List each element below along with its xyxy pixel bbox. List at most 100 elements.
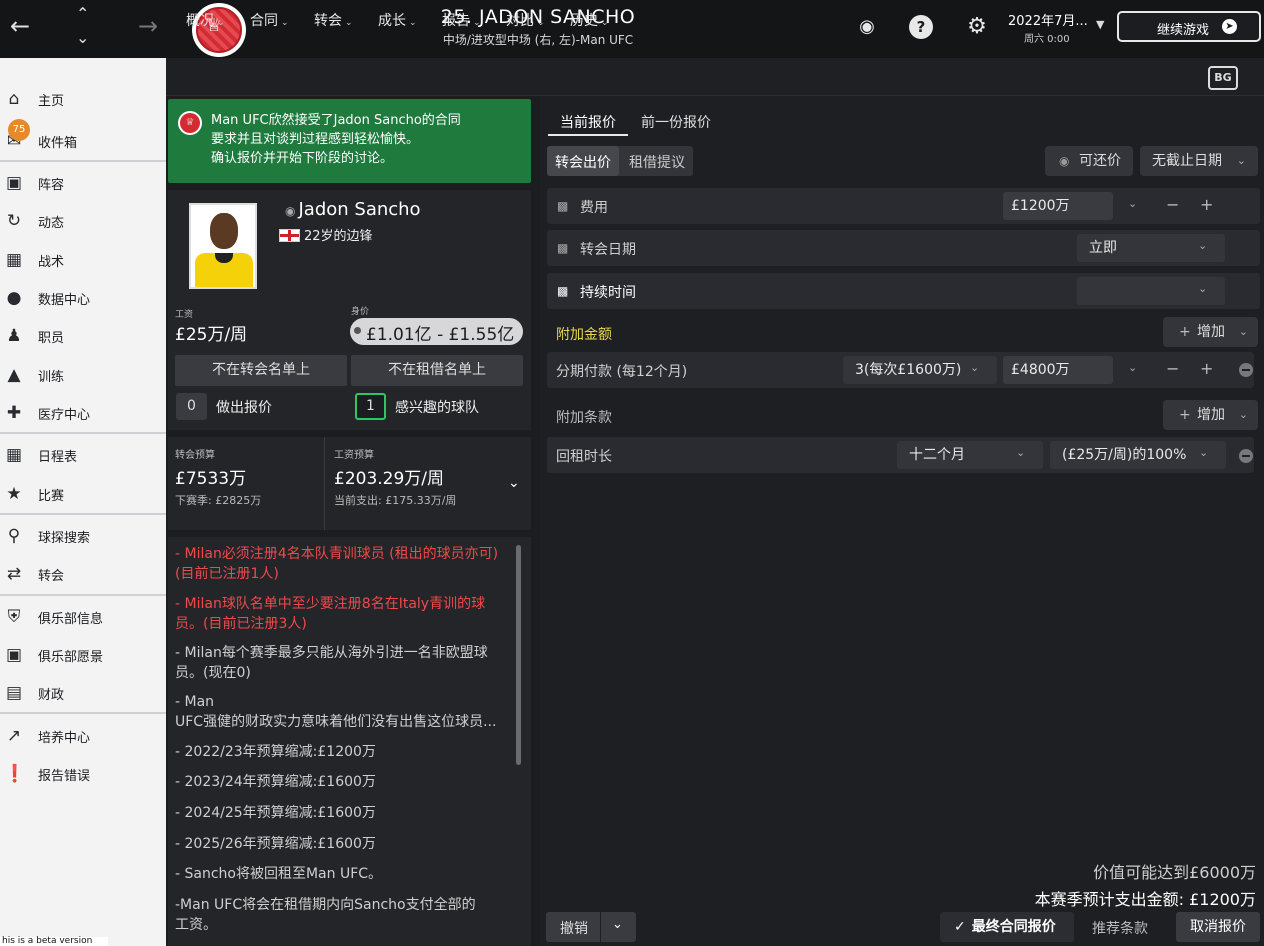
tab-contract[interactable]: 合同 ⌄ — [250, 10, 289, 30]
player-name[interactable]: ◉ Jadon Sancho — [285, 199, 421, 220]
sidebar-item-finances[interactable]: ▤ 财政 — [0, 675, 166, 711]
seg-transfer-offer[interactable]: 转会出价 — [555, 152, 611, 172]
tactics-board-icon: ▦ — [5, 250, 23, 270]
sidebar-item-club-info[interactable]: ⛨ 俱乐部信息 — [0, 599, 166, 635]
sidebar-item-schedule[interactable]: ▦ 日程表 — [0, 437, 166, 473]
sidebar-item-scouting[interactable]: ⚲ 球探搜索 — [0, 518, 166, 554]
installments-amount-input[interactable]: £4800万 — [1003, 356, 1113, 384]
alert-icon: ❗ — [4, 764, 26, 784]
rules-scrollbar[interactable] — [516, 545, 521, 765]
sidebar-item-tactics[interactable]: ▦ 战术 — [0, 242, 166, 278]
data-hub-icon: ● — [6, 288, 22, 308]
plus-icon[interactable]: + — [1200, 359, 1213, 378]
tab-reports[interactable]: 报告 ⌄ — [442, 10, 481, 30]
sidebar-item-competitions[interactable]: ★ 比赛 — [0, 476, 166, 512]
minus-icon[interactable]: − — [1166, 195, 1179, 214]
sidebar-item-training[interactable]: ▲ 训练 — [0, 357, 166, 393]
forward-arrow-icon[interactable]: → — [138, 12, 158, 40]
chevron-down-icon: ⌄ — [970, 361, 980, 374]
chevron-down-icon: ⌄ — [1198, 239, 1208, 252]
deadline-dropdown[interactable]: 无截止日期 ⌄ — [1140, 146, 1258, 176]
lock-open-icon[interactable]: ▩ — [557, 284, 568, 298]
plus-icon[interactable]: + — [1200, 195, 1213, 214]
tab-development[interactable]: 成长 ⌄ — [378, 10, 417, 30]
acceptance-notice: ♕ Man UFC欣然接受了Jadon Sancho的合同 要求并且对谈判过程感… — [168, 99, 531, 183]
list-item: - 2023/24年预算缩减:£1600万 — [175, 774, 376, 790]
tab-history[interactable]: 历史 ⌄ — [570, 10, 609, 30]
sidebar-item-dynamics[interactable]: ↻ 动态 — [0, 203, 166, 239]
wage-budget-label: 工资预算 — [334, 450, 374, 461]
duration-label: 持续时间 — [580, 285, 636, 301]
continue-label: 继续游戏 — [1157, 23, 1210, 38]
tab-current-offer[interactable]: 当前报价 — [560, 112, 616, 132]
down-chevron-icon[interactable]: ⌄ — [76, 28, 89, 47]
shirt-icon: ▣ — [5, 173, 23, 193]
sidebar-item-data-hub[interactable]: ● 数据中心 — [0, 280, 166, 316]
up-chevron-icon[interactable]: ⌃ — [76, 4, 89, 23]
sidebar-item-medical[interactable]: ✚ 医疗中心 — [0, 395, 166, 431]
cancel-offer-button[interactable]: 取消报价 — [1176, 912, 1260, 942]
tab-compare[interactable]: 对比 ⌄ — [506, 10, 545, 30]
remove-installment-icon[interactable] — [1239, 363, 1253, 377]
sidebar-item-transfers[interactable]: ⇄ 转会 — [0, 556, 166, 592]
remove-loan-back-icon[interactable] — [1239, 449, 1253, 463]
game-day: 周六 0:00 — [1024, 34, 1070, 45]
sidebar-divider — [0, 432, 166, 434]
loan-list-status-button[interactable]: 不在租借名单上 — [351, 355, 523, 386]
sidebar-item-development-centre[interactable]: ↗ 培养中心 — [0, 718, 166, 754]
tab-menu — [166, 58, 1264, 96]
notice-line: 要求并且对谈判过程感到轻松愉快。 — [211, 132, 420, 147]
offers-label[interactable]: 做出报价 — [216, 397, 272, 417]
sidebar-item-inbox[interactable]: ✉ 75 收件箱 — [0, 119, 166, 159]
chevron-down-icon[interactable]: ⌄ — [1128, 361, 1137, 374]
seg-loan-offer[interactable]: 租借提议 — [629, 152, 685, 172]
date-chevron-down-icon[interactable]: ▼ — [1096, 18, 1104, 31]
chevron-down-icon: ⌄ — [1198, 282, 1208, 295]
list-item: - 2025/26年预算缩减:£1600万 — [175, 836, 376, 852]
chevron-down-icon: ⌄ — [1236, 154, 1246, 167]
game-date[interactable]: 2022年7月... — [1008, 10, 1088, 29]
back-arrow-icon[interactable]: ← — [10, 12, 30, 40]
tab-transfer[interactable]: 转会 ⌄ — [314, 10, 353, 30]
continue-game-button[interactable]: 继续游戏 ➤ — [1117, 11, 1261, 42]
arrow-right-icon: ➤ — [1222, 19, 1237, 34]
interested-clubs-label[interactable]: 感兴趣的球队 — [395, 397, 479, 417]
fee-input[interactable]: £1200万 — [1003, 192, 1113, 220]
interested-clubs-count: 1 — [355, 393, 386, 420]
sidebar-item-home[interactable]: ⌂ 主页 — [0, 81, 166, 117]
notice-line: 确认报价并开始下阶段的讨论。 — [211, 151, 394, 166]
player-wage: £25万/周 — [175, 325, 248, 345]
final-offer-button[interactable]: ✓ 最终合同报价 — [940, 912, 1074, 942]
check-icon: ✓ — [954, 919, 966, 935]
sidebar-item-squad[interactable]: ▣ 阵容 — [0, 165, 166, 201]
sidebar-divider — [0, 712, 166, 714]
gear-icon[interactable]: ⚙ — [965, 15, 989, 39]
tab-overview[interactable]: 概况 ⌄ — [186, 10, 225, 30]
undo-label: 撤销 — [560, 921, 588, 937]
staff-icon: ♟ — [6, 326, 22, 346]
club-crest-icon: ♕ — [178, 111, 202, 135]
sidebar-item-report-bug[interactable]: ❗ 报告错误 — [0, 756, 166, 792]
add-clause-button[interactable]: + 增加 ⌄ — [1163, 400, 1258, 430]
budget-expand-chevron-icon[interactable]: ⌄ — [508, 475, 520, 491]
chevron-down-icon[interactable]: ⌄ — [1128, 197, 1137, 210]
list-item: - Sancho将被回租至Man UFC。 — [175, 866, 383, 882]
help-icon[interactable]: ? — [909, 15, 933, 39]
transfer-budget-label: 转会预算 — [175, 450, 215, 461]
negotiable-toggle-button[interactable]: ◉ 可还价 — [1045, 146, 1133, 176]
recommend-terms-button[interactable]: 推荐条款 — [1092, 918, 1148, 938]
transfer-list-status-button[interactable]: 不在转会名单上 — [175, 355, 347, 386]
sidebar-item-staff[interactable]: ♟ 职员 — [0, 318, 166, 354]
offers-count: 0 — [176, 393, 207, 420]
wage-label: 工资 — [175, 310, 194, 320]
add-extra-amount-button[interactable]: + 增加 ⌄ — [1163, 317, 1258, 347]
tab-previous-offer[interactable]: 前一份报价 — [641, 112, 711, 132]
undo-button[interactable]: 撤销 ⌄ — [546, 912, 636, 942]
background-toggle-icon[interactable]: BG — [1208, 66, 1238, 90]
loan-back-label: 回租时长 — [556, 449, 612, 465]
globe-icon[interactable]: ◉ — [855, 15, 879, 39]
minus-icon[interactable]: − — [1166, 359, 1179, 378]
sidebar-item-club-vision[interactable]: ▣ 俱乐部愿景 — [0, 637, 166, 673]
fee-label: 费用 — [580, 200, 608, 216]
list-item: - Milan每个赛季最多只能从海外引进一名非欧盟球员。(现在0) — [175, 645, 488, 681]
